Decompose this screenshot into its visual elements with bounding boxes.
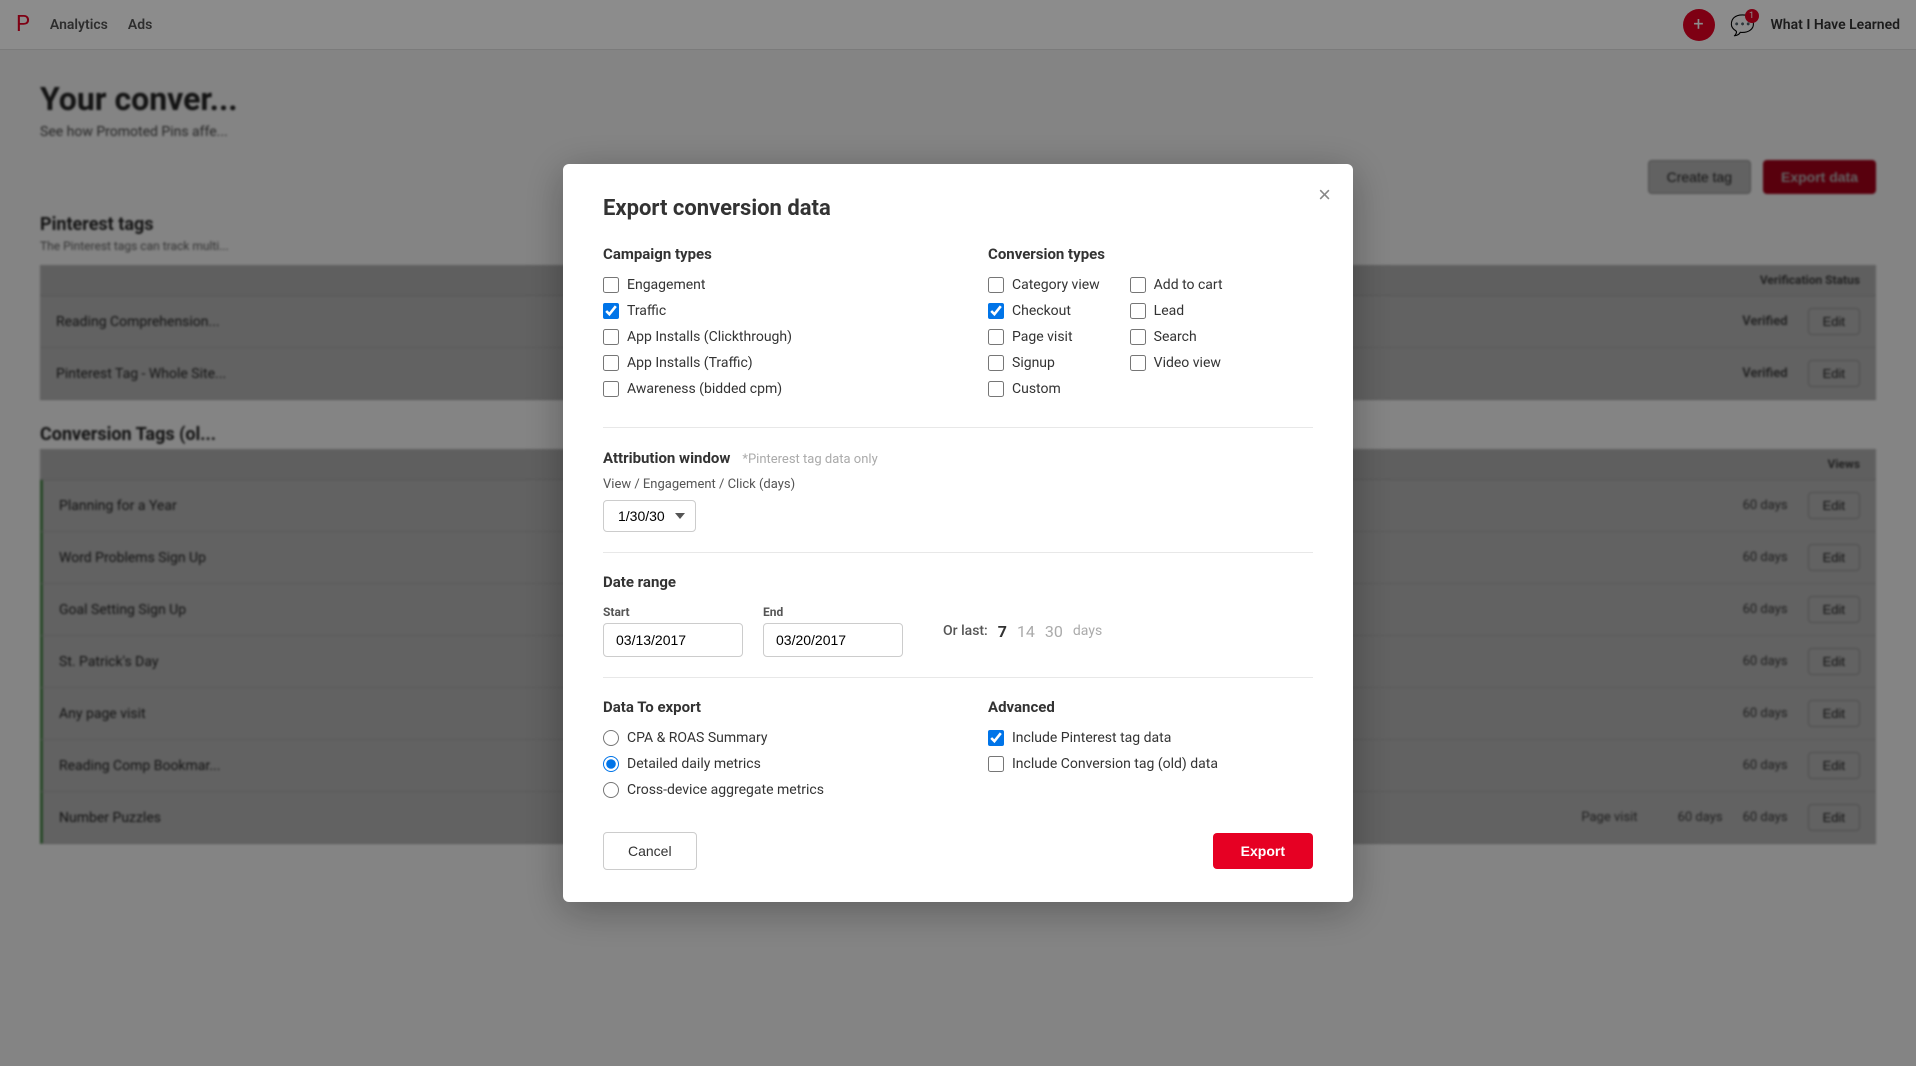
app-installs-click-label[interactable]: App Installs (Clickthrough) <box>627 329 792 345</box>
checkbox-checkout: Checkout <box>988 303 1100 319</box>
checkbox-add-to-cart: Add to cart <box>1130 277 1223 293</box>
traffic-label[interactable]: Traffic <box>627 303 666 319</box>
checkbox-custom: Custom <box>988 381 1100 397</box>
divider-1 <box>603 427 1313 428</box>
search-label[interactable]: Search <box>1154 329 1197 345</box>
detailed-daily-radio[interactable] <box>603 756 619 772</box>
campaign-types-col: Campaign types Engagement Traffic App In… <box>603 245 928 407</box>
campaign-types-title: Campaign types <box>603 245 928 263</box>
include-conversion-tag-checkbox[interactable] <box>988 756 1004 772</box>
video-view-label[interactable]: Video view <box>1154 355 1221 371</box>
checkbox-include-pinterest-tag: Include Pinterest tag data <box>988 730 1313 746</box>
close-modal-button[interactable]: × <box>1318 182 1331 208</box>
or-last-label: Or last: <box>943 623 988 639</box>
checkout-label[interactable]: Checkout <box>1012 303 1071 319</box>
modal-overlay[interactable]: × Export conversion data Campaign types … <box>0 0 1916 1066</box>
category-view-label[interactable]: Category view <box>1012 277 1100 293</box>
advanced-col: Advanced Include Pinterest tag data Incl… <box>988 698 1313 808</box>
types-section: Campaign types Engagement Traffic App In… <box>603 245 1313 407</box>
end-date-field: End <box>763 605 903 657</box>
attribution-subtitle: *Pinterest tag data only <box>742 452 877 467</box>
or-last-group: Or last: 7 14 30 days <box>943 622 1102 641</box>
add-to-cart-checkbox[interactable] <box>1130 277 1146 293</box>
checkbox-app-installs-traffic: App Installs (Traffic) <box>603 355 928 371</box>
checkbox-search: Search <box>1130 329 1223 345</box>
engagement-label[interactable]: Engagement <box>627 277 705 293</box>
days-7-button[interactable]: 7 <box>998 622 1007 641</box>
radio-detailed-daily: Detailed daily metrics <box>603 756 928 772</box>
lead-label[interactable]: Lead <box>1154 303 1184 319</box>
app-installs-traffic-checkbox[interactable] <box>603 355 619 371</box>
traffic-checkbox[interactable] <box>603 303 619 319</box>
days-14-button[interactable]: 14 <box>1017 622 1035 641</box>
export-button[interactable]: Export <box>1213 833 1313 869</box>
conversion-types-col: Conversion types Category view Checkout <box>988 245 1313 407</box>
days-label: days <box>1073 623 1102 639</box>
checkbox-lead: Lead <box>1130 303 1223 319</box>
date-row: Start End Or last: 7 14 30 days <box>603 605 1313 657</box>
end-date-input[interactable] <box>763 623 903 657</box>
page-visit-checkbox[interactable] <box>988 329 1004 345</box>
lead-checkbox[interactable] <box>1130 303 1146 319</box>
divider-2 <box>603 552 1313 553</box>
checkbox-page-visit: Page visit <box>988 329 1100 345</box>
checkbox-traffic: Traffic <box>603 303 928 319</box>
search-checkbox[interactable] <box>1130 329 1146 345</box>
checkbox-awareness: Awareness (bidded cpm) <box>603 381 928 397</box>
checkbox-signup: Signup <box>988 355 1100 371</box>
modal-footer: Cancel Export <box>603 832 1313 870</box>
video-view-checkbox[interactable] <box>1130 355 1146 371</box>
radio-cpa-roas: CPA & ROAS Summary <box>603 730 928 746</box>
export-advanced-section: Data To export CPA & ROAS Summary Detail… <box>603 698 1313 808</box>
cpa-roas-label[interactable]: CPA & ROAS Summary <box>627 730 768 746</box>
signup-checkbox[interactable] <box>988 355 1004 371</box>
checkbox-engagement: Engagement <box>603 277 928 293</box>
data-to-export-title: Data To export <box>603 698 928 716</box>
awareness-checkbox[interactable] <box>603 381 619 397</box>
app-installs-click-checkbox[interactable] <box>603 329 619 345</box>
add-to-cart-label[interactable]: Add to cart <box>1154 277 1223 293</box>
custom-label[interactable]: Custom <box>1012 381 1061 397</box>
attribution-label: View / Engagement / Click (days) <box>603 477 1313 492</box>
data-to-export-col: Data To export CPA & ROAS Summary Detail… <box>603 698 928 808</box>
cross-device-radio[interactable] <box>603 782 619 798</box>
include-pinterest-tag-checkbox[interactable] <box>988 730 1004 746</box>
cpa-roas-radio[interactable] <box>603 730 619 746</box>
start-date-field: Start <box>603 605 743 657</box>
checkbox-category-view: Category view <box>988 277 1100 293</box>
attribution-title: Attribution window <box>603 449 730 467</box>
end-date-label: End <box>763 605 903 619</box>
include-pinterest-tag-label[interactable]: Include Pinterest tag data <box>1012 730 1171 746</box>
attribution-select[interactable]: 1/30/30 1/7/7 1/14/14 1/30/60 <box>603 500 696 532</box>
date-range-title: Date range <box>603 573 1313 591</box>
attribution-section: Attribution window *Pinterest tag data o… <box>603 448 1313 532</box>
cross-device-label[interactable]: Cross-device aggregate metrics <box>627 782 824 798</box>
page-visit-label[interactable]: Page visit <box>1012 329 1073 345</box>
checkbox-app-installs-click: App Installs (Clickthrough) <box>603 329 928 345</box>
conversion-types-col1: Category view Checkout Page visit S <box>988 277 1100 407</box>
checkbox-video-view: Video view <box>1130 355 1223 371</box>
start-date-input[interactable] <box>603 623 743 657</box>
advanced-title: Advanced <box>988 698 1313 716</box>
detailed-daily-label[interactable]: Detailed daily metrics <box>627 756 761 772</box>
cancel-button[interactable]: Cancel <box>603 832 697 870</box>
divider-3 <box>603 677 1313 678</box>
checkout-checkbox[interactable] <box>988 303 1004 319</box>
start-date-label: Start <box>603 605 743 619</box>
conversion-types-col2: Add to cart Lead Search Video view <box>1130 277 1223 407</box>
modal-title: Export conversion data <box>603 196 1313 221</box>
radio-cross-device: Cross-device aggregate metrics <box>603 782 928 798</box>
engagement-checkbox[interactable] <box>603 277 619 293</box>
category-view-checkbox[interactable] <box>988 277 1004 293</box>
date-range-section: Date range Start End Or last: 7 14 30 da… <box>603 573 1313 657</box>
awareness-label[interactable]: Awareness (bidded cpm) <box>627 381 782 397</box>
days-30-button[interactable]: 30 <box>1045 622 1063 641</box>
signup-label[interactable]: Signup <box>1012 355 1055 371</box>
app-installs-traffic-label[interactable]: App Installs (Traffic) <box>627 355 753 371</box>
custom-checkbox[interactable] <box>988 381 1004 397</box>
conversion-types-title: Conversion types <box>988 245 1313 263</box>
export-modal: × Export conversion data Campaign types … <box>563 164 1353 902</box>
checkbox-include-conversion-tag: Include Conversion tag (old) data <box>988 756 1313 772</box>
include-conversion-tag-label[interactable]: Include Conversion tag (old) data <box>1012 756 1218 772</box>
